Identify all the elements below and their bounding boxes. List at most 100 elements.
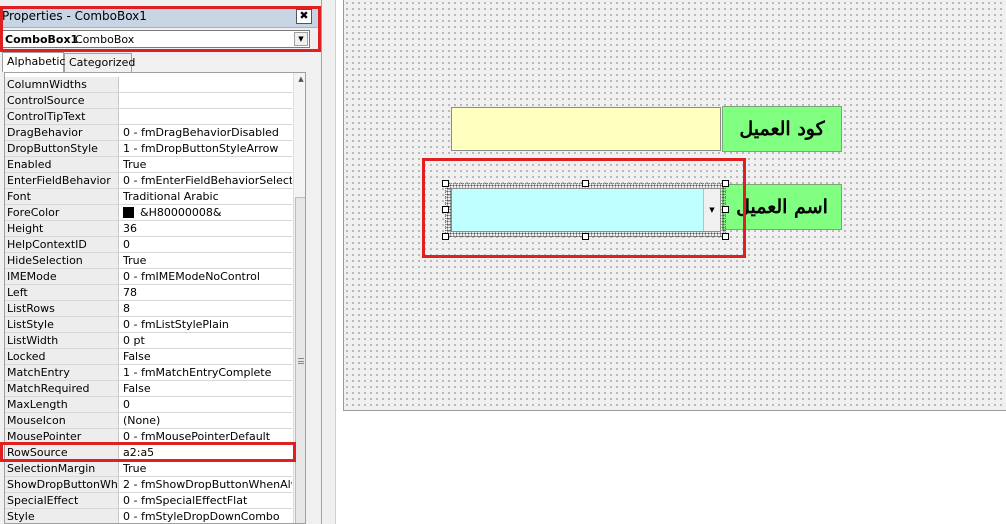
property-row[interactable]: Locked False bbox=[5, 349, 292, 365]
property-name: Style bbox=[5, 509, 119, 523]
property-row[interactable]: HelpContextID 0 bbox=[5, 237, 292, 253]
resize-handle-e[interactable] bbox=[722, 206, 729, 213]
property-row[interactable]: ListRows 8 bbox=[5, 301, 292, 317]
object-selector[interactable]: ComboBox1 ComboBox ▼ bbox=[1, 30, 310, 48]
property-value[interactable] bbox=[120, 109, 292, 124]
property-value[interactable] bbox=[120, 93, 292, 108]
resize-handle-sw[interactable] bbox=[442, 233, 449, 240]
grip-icon bbox=[298, 358, 304, 364]
property-value[interactable]: True bbox=[120, 461, 292, 476]
property-value[interactable]: 0 pt bbox=[120, 333, 292, 348]
property-row[interactable]: Style 0 - fmStyleDropDownCombo bbox=[5, 509, 292, 523]
property-name: ListWidth bbox=[5, 333, 119, 348]
property-row[interactable]: Font Traditional Arabic bbox=[5, 189, 292, 205]
tab-alphabetic[interactable]: Alphabetic bbox=[2, 52, 65, 72]
property-value[interactable] bbox=[120, 77, 292, 92]
resize-handle-w[interactable] bbox=[442, 206, 449, 213]
property-name: MatchEntry bbox=[5, 365, 119, 380]
property-row[interactable]: SelectionMargin True bbox=[5, 461, 292, 477]
property-row[interactable]: ShowDropButtonWhen2 - fmShowDropButtonWh… bbox=[5, 477, 292, 493]
property-value[interactable]: 0 bbox=[120, 397, 292, 412]
property-row[interactable]: Enabled True bbox=[5, 157, 292, 173]
scroll-thumb[interactable] bbox=[295, 197, 305, 523]
property-value[interactable]: True bbox=[120, 157, 292, 172]
property-value[interactable]: 1 - fmDropButtonStyleArrow bbox=[120, 141, 292, 156]
property-value[interactable]: 0 - fmDragBehaviorDisabled bbox=[120, 125, 292, 140]
property-grid: ColumnWidths ControlSource ControlTipText D… bbox=[4, 72, 306, 524]
property-value[interactable]: 0 - fmEnterFieldBehaviorSelectAll bbox=[120, 173, 292, 188]
property-value[interactable]: 36 bbox=[120, 221, 292, 236]
property-value[interactable]: 0 - fmMousePointerDefault bbox=[120, 429, 292, 444]
property-value[interactable]: 0 bbox=[120, 237, 292, 252]
property-value[interactable]: 8 bbox=[120, 301, 292, 316]
property-value[interactable]: 0 - fmListStylePlain bbox=[120, 317, 292, 332]
property-row[interactable]: ListWidth 0 pt bbox=[5, 333, 292, 349]
property-row[interactable]: MousePointer 0 - fmMousePointerDefault bbox=[5, 429, 292, 445]
property-value[interactable]: True bbox=[120, 253, 292, 268]
property-value[interactable]: Traditional Arabic bbox=[120, 189, 292, 204]
property-row[interactable]: IMEMode 0 - fmIMEModeNoControl bbox=[5, 269, 292, 285]
property-name: ListStyle bbox=[5, 317, 119, 332]
property-row[interactable]: ColumnWidths bbox=[5, 77, 292, 93]
resize-handle-se[interactable] bbox=[722, 233, 729, 240]
property-value-text: &H80000008& bbox=[140, 206, 222, 219]
property-row[interactable]: MouseIcon (None) bbox=[5, 413, 292, 429]
property-row[interactable]: ListStyle 0 - fmListStylePlain bbox=[5, 317, 292, 333]
property-row[interactable]: ControlTipText bbox=[5, 109, 292, 125]
property-name: ControlSource bbox=[5, 93, 119, 108]
property-value[interactable]: 2 - fmShowDropButtonWhenAlways bbox=[120, 477, 292, 492]
resize-handle-s[interactable] bbox=[582, 233, 589, 240]
property-row[interactable]: DragBehavior 0 - fmDragBehaviorDisabled bbox=[5, 125, 292, 141]
property-value[interactable]: False bbox=[120, 349, 292, 364]
customer-code-textbox[interactable] bbox=[451, 107, 721, 151]
property-value[interactable]: 78 bbox=[120, 285, 292, 300]
property-row[interactable]: Left 78 bbox=[5, 285, 292, 301]
property-value[interactable]: 0 - fmStyleDropDownCombo bbox=[120, 509, 292, 523]
property-row[interactable]: SpecialEffect 0 - fmSpecialEffectFlat bbox=[5, 493, 292, 509]
property-value[interactable]: &H80000008& bbox=[120, 205, 292, 220]
resize-handle-n[interactable] bbox=[582, 180, 589, 187]
property-row[interactable]: MatchRequired False bbox=[5, 381, 292, 397]
properties-window: Properties - ComboBox1 ✖ ComboBox1 Combo… bbox=[0, 0, 322, 524]
property-name: EnterFieldBehavior bbox=[5, 173, 119, 188]
property-value[interactable]: False bbox=[120, 381, 292, 396]
property-name: ForeColor bbox=[5, 205, 119, 220]
property-row[interactable]: Height 36 bbox=[5, 221, 292, 237]
tab-categorized[interactable]: Categorized bbox=[64, 53, 135, 72]
property-name: HelpContextID bbox=[5, 237, 119, 252]
property-value[interactable]: 0 - fmSpecialEffectFlat bbox=[120, 493, 292, 508]
customer-name-label: اسم العميل bbox=[722, 184, 842, 230]
property-name: MouseIcon bbox=[5, 413, 119, 428]
property-name: MousePointer bbox=[5, 429, 119, 444]
chevron-down-icon[interactable]: ▼ bbox=[294, 32, 308, 46]
vertical-scrollbar[interactable]: ▲ bbox=[293, 73, 305, 523]
property-row[interactable]: HideSelection True bbox=[5, 253, 292, 269]
property-row[interactable]: MaxLength 0 bbox=[5, 397, 292, 413]
property-name: ListRows bbox=[5, 301, 119, 316]
pane-splitter[interactable] bbox=[322, 0, 336, 524]
property-value[interactable]: (None) bbox=[120, 413, 292, 428]
resize-handle-nw[interactable] bbox=[442, 180, 449, 187]
close-icon[interactable]: ✖ bbox=[296, 9, 312, 24]
property-value[interactable]: 1 - fmMatchEntryComplete bbox=[120, 365, 292, 380]
property-name: DragBehavior bbox=[5, 125, 119, 140]
property-row[interactable]: RowSource a2:a5 bbox=[5, 445, 292, 461]
property-name: Locked bbox=[5, 349, 119, 364]
property-name: Font bbox=[5, 189, 119, 204]
property-name: Enabled bbox=[5, 157, 119, 172]
property-name: Height bbox=[5, 221, 119, 236]
property-name: ShowDropButtonWhen bbox=[5, 477, 119, 492]
property-name: ControlTipText bbox=[5, 109, 119, 124]
property-value[interactable]: a2:a5 bbox=[120, 445, 292, 460]
combo-dropdown-icon[interactable]: ▼ bbox=[703, 189, 720, 231]
property-row[interactable]: ControlSource bbox=[5, 93, 292, 109]
property-row[interactable]: ForeColor &H80000008& bbox=[5, 205, 292, 221]
property-row[interactable]: DropButtonStyle 1 - fmDropButtonStyleArro… bbox=[5, 141, 292, 157]
scroll-up-icon[interactable]: ▲ bbox=[296, 75, 305, 85]
property-row[interactable]: MatchEntry 1 - fmMatchEntryComplete bbox=[5, 365, 292, 381]
resize-handle-ne[interactable] bbox=[722, 180, 729, 187]
property-value[interactable]: 0 - fmIMEModeNoControl bbox=[120, 269, 292, 284]
property-row[interactable]: EnterFieldBehavior 0 - fmEnterFieldBehavi… bbox=[5, 173, 292, 189]
customer-name-combobox[interactable]: ▼ bbox=[451, 188, 721, 232]
properties-titlebar[interactable]: Properties - ComboBox1 ✖ bbox=[0, 6, 318, 28]
